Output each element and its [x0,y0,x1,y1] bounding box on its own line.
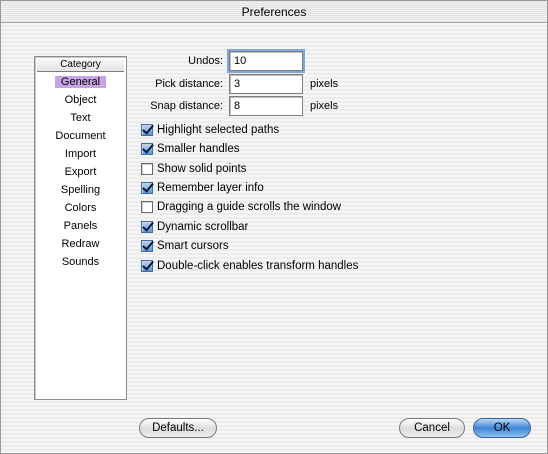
pick-distance-field[interactable]: 3 [229,74,303,94]
checkbox-icon[interactable] [141,240,153,252]
checkbox-icon[interactable] [141,163,153,175]
option-remember-layer-info[interactable]: Remember layer info [141,180,264,196]
checkbox-icon[interactable] [141,124,153,136]
category-item-spelling[interactable]: Spelling [35,181,126,199]
snap-distance-label: Snap distance: [150,100,223,112]
checkbox-icon[interactable] [141,143,153,155]
option-dragging-guide-scrolls[interactable]: Dragging a guide scrolls the window [141,199,341,215]
category-item-export[interactable]: Export [35,163,126,181]
checkbox-icon[interactable] [141,201,153,213]
option-double-click-transform[interactable]: Double-click enables transform handles [141,258,358,274]
option-smaller-handles[interactable]: Smaller handles [141,141,239,157]
option-smart-cursors[interactable]: Smart cursors [141,238,229,254]
pick-distance-unit: pixels [310,78,339,90]
undos-field[interactable]: 10 [229,51,303,71]
ok-button[interactable]: OK [473,418,531,438]
option-highlight-selected-paths[interactable]: Highlight selected paths [141,122,279,138]
preferences-window: Preferences Category General Object Text… [0,0,548,454]
category-item-colors[interactable]: Colors [35,199,126,217]
checkbox-icon[interactable] [141,221,153,233]
window-title: Preferences [1,1,547,23]
checkbox-icon[interactable] [141,182,153,194]
category-item-document[interactable]: Document [35,127,126,145]
option-show-solid-points[interactable]: Show solid points [141,161,247,177]
category-item-import[interactable]: Import [35,145,126,163]
checkbox-icon[interactable] [141,260,153,272]
defaults-button[interactable]: Defaults... [139,418,217,438]
snap-distance-field[interactable]: 8 [229,96,303,116]
cancel-button[interactable]: Cancel [399,418,465,438]
option-dynamic-scrollbar[interactable]: Dynamic scrollbar [141,219,248,235]
undos-label: Undos: [188,55,223,67]
snap-distance-unit: pixels [310,100,339,112]
pick-distance-label: Pick distance: [155,78,223,90]
category-item-panels[interactable]: Panels [35,217,126,235]
category-item-redraw[interactable]: Redraw [35,235,126,253]
category-item-sounds[interactable]: Sounds [35,253,126,271]
